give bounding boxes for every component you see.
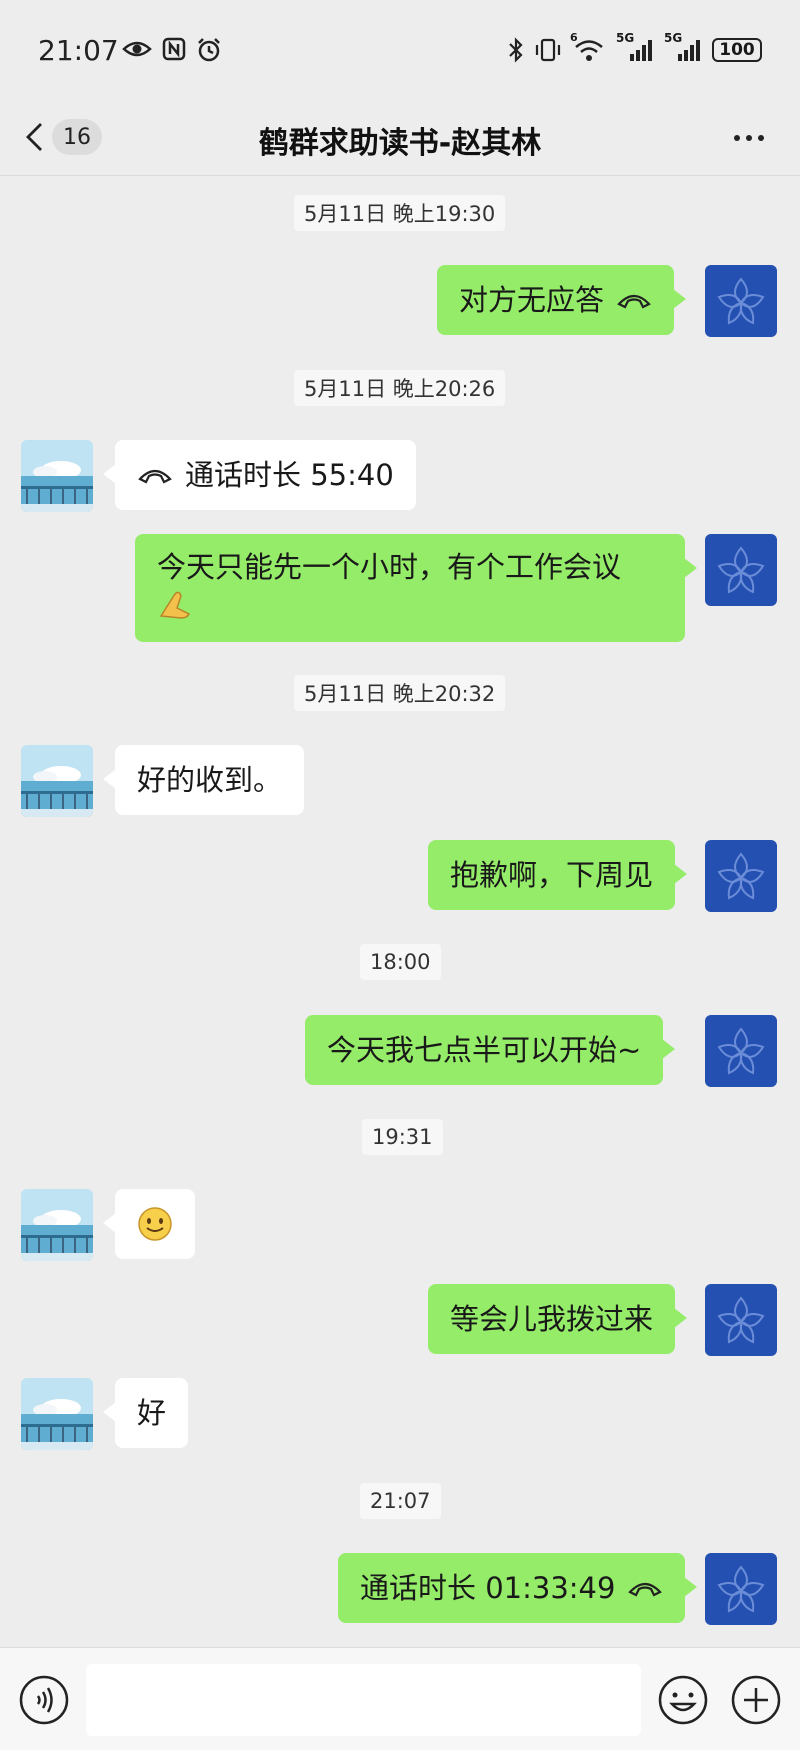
sea-landscape-avatar-icon [21,745,93,817]
sea-landscape-avatar-icon [21,1378,93,1450]
timestamp: 5月11日 晚上19:30 [294,195,506,231]
message-text: 通话时长 55:40 [185,458,394,492]
received-message-bubble[interactable] [103,1189,195,1259]
sent-message-bubble[interactable]: 抱歉啊，下周见 [428,840,688,910]
sent-message-bubble[interactable]: 通话时长 01:33:49 [338,1553,698,1623]
more-dots-icon[interactable] [724,120,774,156]
status-bar: 21:07 6 5G 5G 100 [0,0,800,100]
vibrate-icon [535,38,561,62]
message-input[interactable] [86,1664,641,1736]
self-avatar[interactable] [705,1553,777,1625]
self-avatar[interactable] [705,1015,777,1087]
5g-signal-icon: 5G [616,31,654,63]
message-text: 今天我七点半可以开始~ [327,1033,642,1067]
sea-landscape-avatar-icon [21,1189,93,1261]
message-text: 抱歉啊，下周见 [450,858,654,892]
flower-logo-icon [717,546,765,594]
5g-signal-icon: 5G [664,31,702,63]
self-avatar[interactable] [705,1284,777,1356]
self-avatar[interactable] [705,534,777,606]
sent-message-bubble[interactable]: 今天我七点半可以开始~ [305,1015,676,1085]
sea-landscape-avatar-icon [21,440,93,512]
timestamp: 18:00 [360,944,441,980]
sent-message-bubble[interactable]: 等会儿我拨过来 [428,1284,688,1354]
phone-handset-icon [628,1582,663,1597]
flower-logo-icon [717,852,765,900]
wifi-6-label: 6 [570,31,578,44]
phone-handset-icon [138,469,172,484]
sent-message-bubble[interactable]: 今天只能先一个小时，有个工作会议 [135,534,697,642]
phone-handset-icon [617,294,651,309]
timestamp: 19:31 [362,1119,443,1155]
input-bar [0,1647,800,1750]
flower-logo-icon [717,1296,765,1344]
received-message-bubble[interactable]: 好的收到。 [102,745,305,815]
flower-logo-icon [717,277,765,325]
wifi-6-icon: 6 [570,31,606,63]
chat-header: 16 鹤群求助读书-赵其林 [0,100,800,176]
alarm-icon [198,38,220,62]
flower-logo-icon [717,1565,765,1613]
self-avatar[interactable] [705,265,777,337]
back-chevron-icon [26,123,42,151]
plus-icon[interactable] [730,1674,782,1726]
voice-icon[interactable] [18,1674,70,1726]
bluetooth-icon [509,37,523,63]
timestamp: 5月11日 晚上20:32 [294,675,506,711]
contact-avatar[interactable] [21,745,93,817]
contact-avatar[interactable] [21,1378,93,1450]
message-text: 等会儿我拨过来 [450,1302,654,1336]
contact-avatar[interactable] [21,440,93,512]
status-right-icons: 6 5G 5G 100 [508,31,762,63]
self-avatar[interactable] [705,840,777,912]
message-text: 好的收到。 [137,763,283,797]
received-message-bubble[interactable]: 通话时长 55:40 [103,440,416,510]
nfc-icon [162,37,186,61]
message-text: 好 [137,1396,167,1430]
status-time: 21:07 [38,34,119,67]
unread-count-badge: 16 [52,119,102,155]
emoji-icon[interactable] [657,1674,709,1726]
timestamp: 21:07 [360,1483,441,1519]
received-message-bubble[interactable]: 好 [102,1378,189,1448]
battery-icon: 100 [712,38,762,62]
flower-logo-icon [717,1027,765,1075]
eye-icon [122,41,152,57]
contact-avatar[interactable] [21,1189,93,1261]
status-left-icons [122,37,222,63]
back-button[interactable]: 16 [24,114,114,160]
pray-hands-emoji [159,591,191,619]
message-text: 对方无应答 [459,283,605,317]
sent-message-bubble[interactable]: 对方无应答 [437,265,687,335]
chat-title: 鹤群求助读书-赵其林 [258,126,542,161]
message-text: 今天只能先一个小时，有个工作会议 [157,550,622,584]
smile-emoji [138,1207,172,1241]
message-text: 通话时长 01:33:49 [360,1571,616,1605]
timestamp: 5月11日 晚上20:26 [294,370,506,406]
